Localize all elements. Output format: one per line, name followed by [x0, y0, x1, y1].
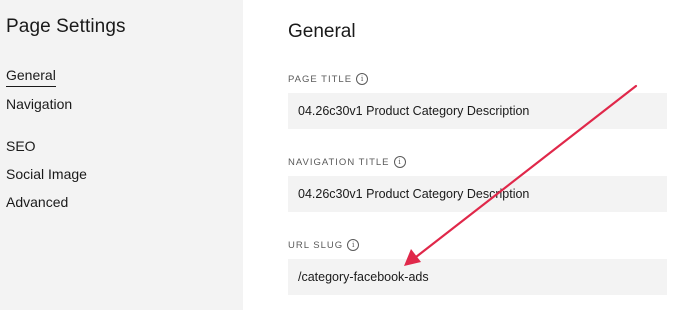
sidebar-item-social-image[interactable]: Social Image: [6, 166, 87, 182]
sidebar: Page Settings General Navigation SEO Soc…: [0, 0, 243, 310]
page-title-input[interactable]: [288, 93, 667, 129]
section-title: General: [288, 21, 356, 42]
navigation-title-input[interactable]: [288, 176, 667, 212]
page-title-label-text: PAGE TITLE: [288, 73, 353, 85]
sidebar-item-navigation[interactable]: Navigation: [6, 96, 72, 112]
sidebar-item-advanced[interactable]: Advanced: [6, 194, 68, 210]
url-slug-label-text: URL SLUG: [288, 239, 344, 251]
info-icon[interactable]: i: [356, 73, 369, 85]
sidebar-item-seo[interactable]: SEO: [6, 138, 36, 154]
main-content: General PAGE TITLE i NAVIGATION TITLE i …: [243, 0, 700, 310]
page-settings-panel: Page Settings General Navigation SEO Soc…: [0, 0, 700, 310]
navigation-title-label: NAVIGATION TITLE i: [288, 156, 406, 168]
info-icon[interactable]: i: [393, 156, 406, 168]
url-slug-input[interactable]: [288, 259, 667, 295]
url-slug-label: URL SLUG i: [288, 239, 360, 251]
info-icon[interactable]: i: [347, 239, 360, 251]
page-title-label: PAGE TITLE i: [288, 73, 369, 85]
navigation-title-label-text: NAVIGATION TITLE: [288, 156, 390, 168]
sidebar-title: Page Settings: [6, 16, 126, 37]
sidebar-item-general[interactable]: General: [6, 67, 56, 87]
